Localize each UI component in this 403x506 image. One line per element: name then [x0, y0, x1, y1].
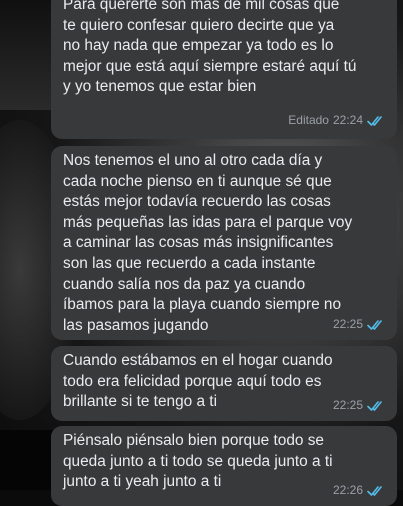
edited-label: Editado	[288, 113, 329, 128]
message-time: 22:25	[332, 398, 363, 413]
message-text: Para quererte son más de mil cosas que t…	[63, 0, 357, 96]
message-time: 22:25	[332, 317, 363, 332]
double-check-read-icon	[367, 115, 385, 127]
double-check-read-icon	[367, 319, 385, 331]
double-check-read-icon	[367, 485, 385, 497]
message-text: Nos tenemos el uno al otro cada día y ca…	[63, 152, 353, 334]
message-meta: 22:25	[333, 395, 385, 416]
outgoing-message[interactable]: Piénsalo piénsalo bien porque todo se qu…	[51, 426, 397, 506]
outgoing-message[interactable]: Cuando estábamos en el hogar cuando todo…	[51, 346, 397, 421]
message-time: 22:24	[332, 113, 363, 128]
message-meta: 22:25	[333, 314, 385, 335]
message-time: 22:26	[332, 483, 363, 498]
message-list[interactable]: Para quererte son más de mil cosas que t…	[0, 0, 403, 506]
double-check-read-icon	[367, 400, 385, 412]
outgoing-message[interactable]: Para quererte son más de mil cosas que t…	[51, 0, 397, 139]
message-meta: Editado 22:24	[288, 110, 385, 131]
outgoing-message[interactable]: Nos tenemos el uno al otro cada día y ca…	[51, 146, 397, 340]
message-meta: 22:26	[333, 480, 385, 501]
